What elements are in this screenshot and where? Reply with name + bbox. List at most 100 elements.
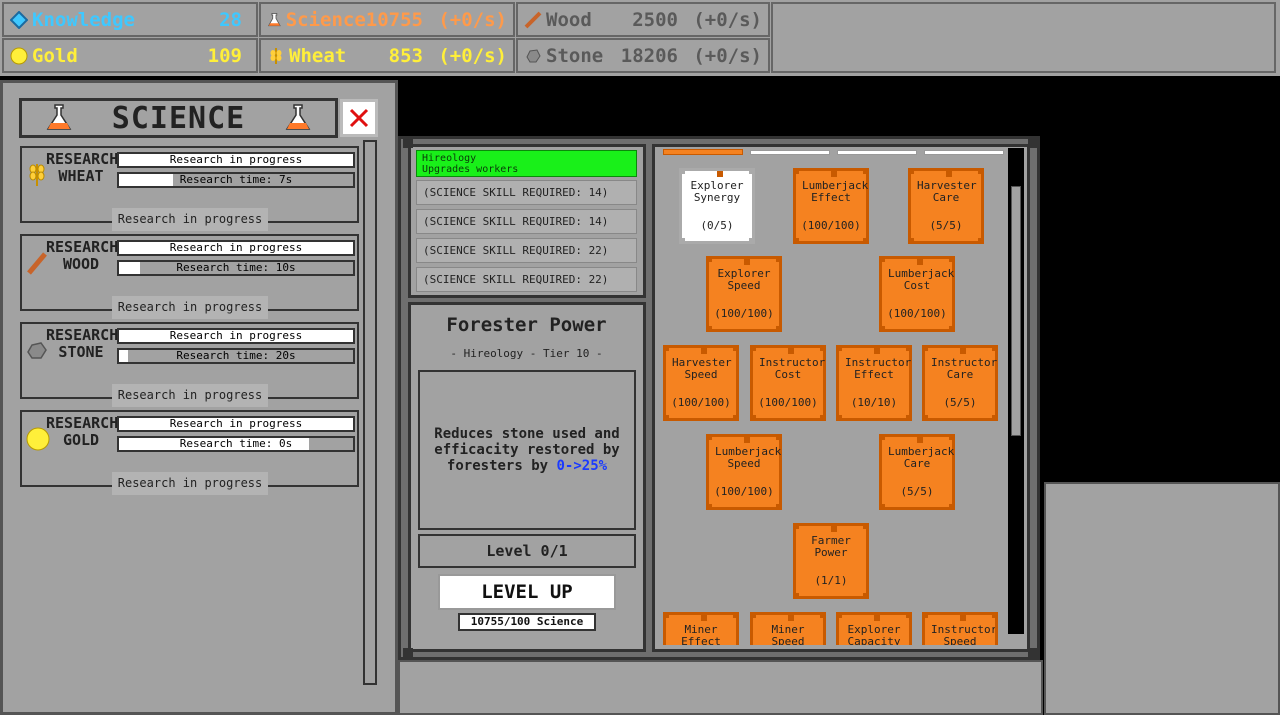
frame-corner — [1028, 648, 1038, 658]
skill-node-farmer-power[interactable]: Farmer Power (1/1) — [793, 523, 869, 599]
skill-description: Reduces stone used and efficacity restor… — [432, 426, 622, 474]
resource-gold: Gold 109 — [2, 38, 258, 73]
wood-log-icon — [524, 11, 542, 28]
skill-node-name: Explorer Synergy — [690, 179, 744, 204]
skill-node-instructor-speed[interactable]: Instructor Speed — [922, 612, 998, 645]
skill-list-item[interactable]: (SCIENCE SKILL REQUIRED: 22) — [416, 238, 637, 263]
skill-node-lumberjack-cost[interactable]: Lumberjack Cost (100/100) — [879, 256, 955, 332]
skill-list-item[interactable]: (SCIENCE SKILL REQUIRED: 14) — [416, 209, 637, 234]
research-progress-bar: Research time: 7s — [117, 172, 355, 188]
skill-active-title: Hireology — [422, 153, 477, 164]
skill-node-level: (1/1) — [814, 574, 848, 587]
research-card-gold: RESEARCH GOLD Research in progress Research… — [20, 410, 359, 495]
frame-corner — [403, 648, 413, 658]
science-rate: (+0/s) — [438, 8, 507, 31]
research-progress-fill — [119, 174, 173, 186]
research-label: RESEARCH GOLD — [46, 414, 119, 449]
skill-node-level: (5/5) — [929, 219, 963, 232]
skill-node-level: (100/100) — [801, 219, 861, 232]
tree-scrollbar[interactable] — [1008, 148, 1024, 634]
skill-node-name: Explorer Capacity — [847, 623, 901, 646]
skill-list-item[interactable]: (SCIENCE SKILL REQUIRED: 14) — [416, 180, 637, 205]
research-button[interactable]: Research in progress — [112, 472, 268, 495]
skill-subtitle: - Hireology - Tier 10 - — [450, 347, 603, 360]
science-scrollbar[interactable] — [363, 140, 377, 685]
bottom-panel — [398, 660, 1043, 715]
skill-node-name: Lumberjack Effect — [802, 179, 869, 204]
skill-node-name: Farmer Power — [811, 534, 851, 559]
research-progress-fill — [119, 262, 141, 274]
skill-active-subtitle: Upgrades workers — [422, 164, 519, 175]
science-title: SCIENCE — [111, 100, 246, 136]
skill-node-name: Lumberjack Speed — [715, 445, 782, 470]
research-status-bar: Research in progress — [117, 152, 355, 168]
resource-stone: Stone 18206 (+0/s) — [516, 38, 770, 73]
research-button[interactable]: Research in progress — [112, 296, 268, 319]
tree-top-edge — [924, 150, 1004, 155]
skill-node-explorer-synergy[interactable]: Explorer Synergy (0/5) — [679, 168, 755, 244]
resource-wheat: Wheat 853 (+0/s) — [259, 38, 515, 73]
tree-top-edge — [750, 150, 830, 155]
skill-node-lumberjack-speed[interactable]: Lumberjack Speed (100/100) — [706, 434, 782, 510]
research-progress-fill — [119, 350, 129, 362]
tree-top-node-edge — [663, 149, 743, 155]
resource-empty-slot — [771, 2, 1276, 73]
skill-node-miner-effect[interactable]: Miner Effect — [663, 612, 739, 645]
wheat-rate: (+0/s) — [438, 44, 507, 67]
skill-node-harvester-care[interactable]: Harvester Care (5/5) — [908, 168, 984, 244]
wood-label: Wood — [546, 8, 592, 31]
research-button[interactable]: Research in progress — [112, 208, 268, 231]
flask-icon — [46, 104, 72, 130]
skill-node-miner-speed[interactable]: Miner Speed — [750, 612, 826, 645]
wood-value: 2500 — [632, 8, 678, 31]
research-progress-bar: Research time: 0s — [117, 436, 355, 452]
skill-node-name: Explorer Speed — [717, 267, 771, 292]
skill-node-name: Instructor Cost — [759, 356, 826, 381]
skill-node-name: Lumberjack Care — [888, 445, 955, 470]
skill-node-instructor-care[interactable]: Instructor Care (5/5) — [922, 345, 998, 421]
stone-rate: (+0/s) — [693, 44, 762, 67]
resource-science: Science 10755 (+0/s) — [259, 2, 515, 37]
skill-node-name: Miner Speed — [771, 623, 805, 646]
diamond-icon — [10, 10, 28, 29]
research-status-bar: Research in progress — [117, 416, 355, 432]
wheat-value: 853 — [388, 44, 423, 67]
research-label: RESEARCH WHEAT — [46, 150, 119, 185]
wood-rate: (+0/s) — [693, 8, 762, 31]
frame-corner — [1028, 138, 1038, 148]
resource-wood: Wood 2500 (+0/s) — [516, 2, 770, 37]
skill-list-item[interactable]: (SCIENCE SKILL REQUIRED: 22) — [416, 267, 637, 292]
knowledge-label: Knowledge — [32, 8, 135, 31]
skill-node-lumberjack-effect[interactable]: Lumberjack Effect (100/100) — [793, 168, 869, 244]
wood-icon — [26, 250, 48, 280]
research-progress-bar: Research time: 10s — [117, 260, 355, 276]
skill-level: Level 0/1 — [418, 534, 636, 568]
tree-scrollbar-thumb[interactable] — [1011, 186, 1021, 436]
wheat-icon — [270, 47, 282, 64]
level-up-cost: 10755/100 Science — [458, 613, 596, 631]
skill-node-explorer-speed[interactable]: Explorer Speed (100/100) — [706, 256, 782, 332]
research-card-wood: RESEARCH WOOD Research in progress Research… — [20, 234, 359, 319]
skill-node-lumberjack-care[interactable]: Lumberjack Care (5/5) — [879, 434, 955, 510]
gold-label: Gold — [32, 44, 78, 67]
flask-icon — [285, 104, 311, 130]
stone-value: 18206 — [620, 44, 678, 67]
skill-node-level: (5/5) — [943, 396, 977, 409]
research-button[interactable]: Research in progress — [112, 384, 268, 407]
skill-list-active[interactable]: Hireology Upgrades workers — [416, 150, 637, 177]
skill-node-instructor-cost[interactable]: Instructor Cost (100/100) — [750, 345, 826, 421]
skill-node-explorer-capacity[interactable]: Explorer Capacity — [836, 612, 912, 645]
close-button[interactable] — [340, 99, 378, 137]
skill-node-harvester-speed[interactable]: Harvester Speed (100/100) — [663, 345, 739, 421]
skill-node-level: (100/100) — [671, 396, 731, 409]
skill-node-level: (0/5) — [700, 219, 734, 232]
skill-node-level: (5/5) — [900, 485, 934, 498]
level-up-button[interactable]: LEVEL UP — [438, 574, 616, 610]
right-panel — [1044, 482, 1280, 715]
skill-node-name: Instructor Effect — [845, 356, 912, 381]
skill-node-instructor-effect[interactable]: Instructor Effect (10/10) — [836, 345, 912, 421]
wheat-icon — [26, 162, 48, 192]
research-label: RESEARCH WOOD — [46, 238, 119, 273]
skill-node-level: (100/100) — [714, 307, 774, 320]
skill-description-highlight: 0->25% — [556, 458, 608, 474]
